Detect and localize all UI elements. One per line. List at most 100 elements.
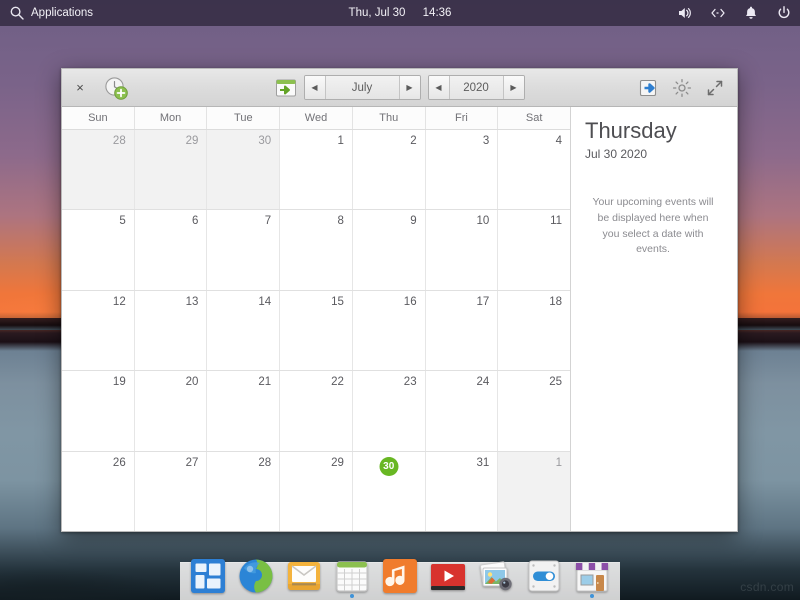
day-number: 13 [185,295,199,308]
calendar-day-cell[interactable]: 16 [352,290,426,371]
calendar-week-row: 12 13 14 15 16 17 18 [62,290,571,372]
day-number: 18 [549,295,563,308]
dock-item-web-browser[interactable] [236,556,276,596]
notifications-bell-icon[interactable] [743,5,759,21]
calendar-day-cell[interactable]: 14 [207,290,281,371]
go-to-today-calendar-icon[interactable] [275,77,297,99]
power-icon[interactable] [776,5,792,21]
calendar-day-cell[interactable]: 27 [134,451,208,532]
dock-item-music[interactable] [380,556,420,596]
calendar-day-cell[interactable]: 3 [425,130,499,210]
day-number: 16 [403,295,417,308]
calendar-day-cell[interactable]: 1 [498,451,571,532]
calendar-week-row: 26 27 28 29 30 31 1 [62,451,571,532]
calendar-weeks: 28 29 30 1 2 3 4 5 6 7 8 9 10 11 12 13 14 15 16 17 18 19 20 21 2… [62,130,571,532]
day-number: 7 [264,215,272,228]
day-number: 19 [112,376,126,389]
gear-icon[interactable] [672,78,692,98]
day-number: 10 [476,215,490,228]
dock [180,559,620,600]
day-of-week-tue: Tue [207,107,281,129]
empty-events-message: Your upcoming events will be displayed h… [592,196,714,256]
calendar-day-cell[interactable]: 25 [498,371,571,451]
volume-icon[interactable] [677,5,693,21]
calendar-navigation: ◀ July ▶ ◀ 2020 ▶ [62,75,737,100]
day-number: 26 [112,456,126,469]
day-number: 14 [258,295,272,308]
month-value: July [325,76,399,99]
month-spinner: ◀ July ▶ [303,75,421,100]
clock-date: Thu, Jul 30 [348,7,406,19]
panel-indicators [677,5,792,21]
calendar-day-cell[interactable]: 6 [134,210,208,290]
network-icon[interactable] [710,5,726,21]
calendar-day-cell[interactable]: 7 [207,210,281,290]
day-number: 30 [379,456,399,476]
calendar-day-cell[interactable]: 31 [425,451,499,532]
day-number: 30 [258,135,272,147]
clock-time: 14:36 [422,7,452,19]
year-value: 2020 [449,76,503,99]
new-event-clock-plus-icon[interactable] [103,75,129,101]
calendar-day-cell[interactable]: 21 [207,371,281,451]
day-of-week-header: Sun Mon Tue Wed Thu Fri Sat [62,107,570,130]
selected-day-name: Thursday [585,118,677,143]
search-icon[interactable] [9,5,25,21]
dock-item-applications[interactable] [188,556,228,596]
dock-item-photos[interactable] [476,556,516,596]
applications-menu-label[interactable]: Applications [31,7,93,19]
day-number: 28 [112,135,126,147]
calendar-day-cell[interactable]: 19 [62,371,135,451]
calendar-day-cell[interactable]: 1 [280,130,353,210]
day-number: 8 [337,215,344,228]
close-window-button[interactable]: × [71,79,89,97]
calendar-day-cell[interactable]: 28 [207,451,281,532]
event-sidebar: Thursday Jul 30 2020 Your upcoming event… [571,107,737,531]
calendar-day-cell[interactable]: 15 [280,290,353,371]
day-of-week-thu: Thu [353,107,426,129]
import-export-icon[interactable] [639,78,659,98]
calendar-day-cell[interactable]: 22 [280,371,353,451]
day-number: 21 [258,376,272,389]
day-number: 1 [555,456,563,469]
month-prev-button[interactable]: ◀ [304,76,326,99]
year-prev-button[interactable]: ◀ [428,76,450,99]
day-number: 20 [185,376,199,389]
day-number: 24 [476,376,490,389]
calendar-day-cell[interactable]: 2 [352,130,426,210]
dock-item-mail[interactable] [284,556,324,596]
calendar-day-cell[interactable]: 8 [280,210,353,290]
calendar-day-cell[interactable]: 17 [425,290,499,371]
calendar-day-cell[interactable]: 10 [425,210,499,290]
dock-item-videos[interactable] [428,556,468,596]
calendar-day-cell[interactable]: 24 [425,371,499,451]
calendar-day-cell[interactable]: 20 [134,371,208,451]
day-of-week-wed: Wed [280,107,353,129]
dock-item-calendar[interactable] [332,556,372,598]
dock-item-system-settings[interactable] [524,556,564,596]
calendar-day-cell[interactable]: 28 [62,130,135,210]
fullscreen-arrows-icon[interactable] [705,78,725,98]
day-number: 5 [119,215,126,228]
day-number: 29 [331,456,344,469]
calendar-day-cell[interactable]: 29 [280,451,353,532]
calendar-day-cell[interactable]: 4 [498,130,571,210]
calendar-day-cell[interactable]: 29 [134,130,208,210]
calendar-titlebar: × ◀ July ▶ ◀ 2020 ▶ [62,69,737,107]
calendar-day-cell[interactable]: 26 [62,451,135,532]
year-spinner: ◀ 2020 ▶ [427,75,525,100]
calendar-day-cell[interactable]: 30 [207,130,281,210]
dock-item-appcenter[interactable] [572,556,612,598]
calendar-day-cell[interactable]: 9 [352,210,426,290]
calendar-day-cell[interactable]: 13 [134,290,208,371]
calendar-day-cell[interactable]: 23 [352,371,426,451]
year-next-button[interactable]: ▶ [502,76,524,99]
calendar-day-cell[interactable]: 18 [498,290,571,371]
calendar-week-row: 5 6 7 8 9 10 11 [62,210,571,291]
calendar-day-cell-today[interactable]: 30 [352,451,426,532]
day-number: 3 [482,135,490,147]
calendar-day-cell[interactable]: 12 [62,290,135,371]
month-next-button[interactable]: ▶ [398,76,420,99]
calendar-day-cell[interactable]: 5 [62,210,135,290]
calendar-day-cell[interactable]: 11 [498,210,571,290]
